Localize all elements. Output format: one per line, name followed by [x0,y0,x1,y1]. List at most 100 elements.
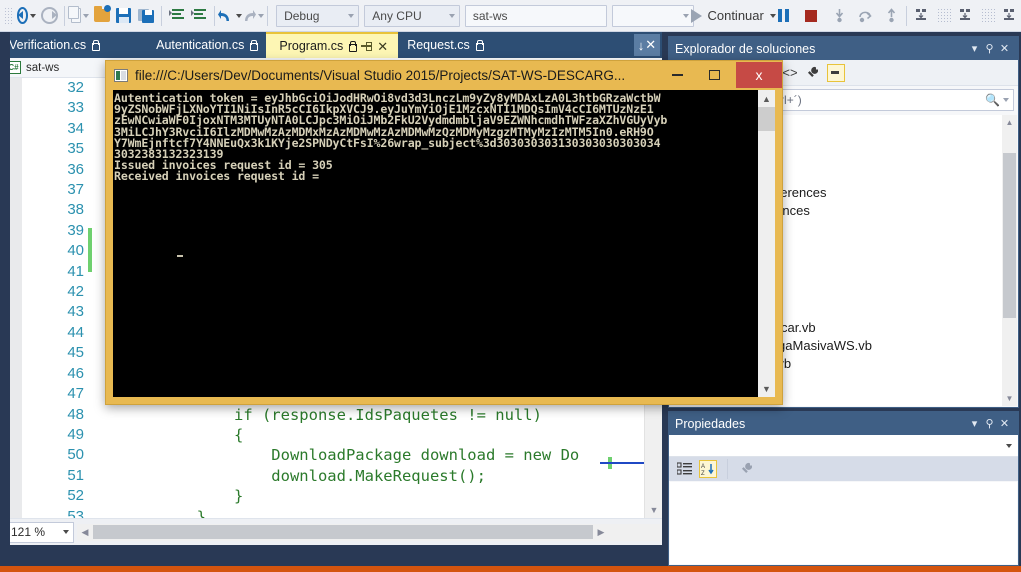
tab-program-cs[interactable]: Program.cs ✕ [266,32,399,58]
continue-button[interactable]: Continuar [691,4,776,28]
step-out-button[interactable] [880,4,902,28]
code-line[interactable]: DownloadPackage download = new Do [122,445,644,465]
close-button[interactable]: x [736,62,782,88]
console-window[interactable]: file:///C:/Users/Dev/Documents/Visual St… [105,60,783,405]
code-line[interactable]: } [122,486,644,506]
toolbar-separator [727,459,728,479]
pin-icon[interactable] [348,41,358,52]
close-icon[interactable]: ✕ [997,417,1012,430]
preview-selected-items-icon[interactable] [827,63,845,82]
step-out-icon [884,8,899,23]
pin-icon[interactable] [91,40,101,51]
console-output[interactable]: Autentication token = eyJhbGciOiJodHRwOi… [113,90,758,397]
redo-button[interactable] [241,4,265,28]
scroll-thumb[interactable] [1003,153,1016,318]
scroll-thumb[interactable] [758,107,775,131]
maximize-button[interactable] [699,62,729,88]
close-icon[interactable]: ✕ [997,42,1012,55]
properties-grid[interactable] [670,482,1017,564]
navigate-back-icon [16,7,28,24]
uncomment-button[interactable] [188,4,210,28]
code-line[interactable]: download.MakeRequest(); [122,466,644,486]
unpin-icon[interactable] [361,41,373,51]
categorized-view-icon[interactable] [675,460,693,478]
tree-item[interactable]: s [756,255,1001,273]
toggle-window-2-button[interactable] [955,4,977,28]
scroll-thumb[interactable] [93,525,593,539]
scroll-left-icon[interactable]: ◀ [77,527,93,538]
search-icon[interactable]: 🔍 [985,93,1000,107]
toolbar-grip[interactable] [4,6,12,25]
tab-request-cs[interactable]: Request.cs [398,32,492,58]
chevron-down-icon[interactable]: ▾ [967,417,982,430]
view-code-icon[interactable]: <> [781,64,799,82]
pin-icon[interactable] [475,40,484,51]
pause-button[interactable] [772,4,794,28]
tree-item[interactable]: ferences [756,201,1001,219]
dots-grip-icon [980,7,995,24]
tree-item[interactable]: es [756,390,1001,407]
tree-item[interactable]: References [756,183,1001,201]
pin-icon[interactable]: ⚲ [982,417,997,430]
properties-wrench-icon[interactable] [804,64,822,82]
code-line[interactable]: } [122,507,644,518]
stop-debugging-button[interactable] [800,4,822,28]
zoom-level-dropdown[interactable]: 121 % [4,521,74,543]
left-dock-strip [0,32,10,566]
toolbar-separator [213,5,215,26]
close-icon[interactable]: ✕ [377,40,388,53]
scroll-down-icon[interactable]: ▼ [1002,391,1017,406]
tree-item[interactable]: ect [756,147,1001,165]
code-line[interactable]: { [122,425,644,445]
solution-configuration-value: Debug [284,8,320,23]
pin-icon[interactable] [249,40,259,51]
editor-horizontal-scrollbar[interactable]: ◀ ▶ [77,523,660,541]
tree-item[interactable]: as.vb [756,354,1001,372]
properties-object-dropdown[interactable] [669,435,1018,457]
scroll-right-icon[interactable]: ▶ [593,527,609,538]
tab-autentication-cs[interactable]: Autentication.cs [108,32,266,58]
property-pages-wrench-icon[interactable] [738,460,756,478]
console-scrollbar[interactable]: ▲ ▼ [758,90,775,397]
tree-item[interactable]: enticar.vb [756,318,1001,336]
navigate-back-button[interactable] [15,4,38,28]
save-button[interactable] [113,4,135,28]
startup-project-dropdown[interactable]: sat-ws [464,4,607,27]
tree-item[interactable]: nfig [756,300,1001,318]
new-item-button[interactable] [67,4,91,28]
save-all-icon [137,8,154,23]
process-dropdown[interactable] [611,4,695,27]
dots-grip-icon [936,7,951,24]
alphabetical-view-icon[interactable]: AZ [699,460,717,478]
chevron-down-icon [1006,443,1012,448]
comment-button[interactable] [166,4,188,28]
scroll-up-icon[interactable]: ▲ [758,90,775,107]
scroll-down-icon[interactable]: ▼ [645,501,663,518]
close-icon: ✕ [645,37,657,52]
step-into-button[interactable] [828,4,850,28]
code-line[interactable]: if (response.IdsPaquetes != null) [122,405,644,425]
navigate-forward-button[interactable] [38,4,60,28]
zoom-level-value: 121 % [11,525,46,539]
open-file-button[interactable] [91,4,113,28]
tree-item[interactable]: cargaMasivaWS.vb [756,336,1001,354]
console-title-bar[interactable]: file:///C:/Users/Dev/Documents/Visual St… [106,61,782,89]
undo-button[interactable] [217,4,242,28]
tab-verification-cs[interactable]: Verification.cs [0,32,108,58]
toggle-window-1-button[interactable] [911,4,933,28]
toggle-window-3-button[interactable] [999,4,1021,28]
minimize-button[interactable] [662,62,692,88]
step-over-button[interactable] [854,4,876,28]
solution-tree-scrollbar[interactable]: ▲ ▼ [1002,115,1017,406]
toolbar-options-dots[interactable] [933,4,955,28]
scroll-down-icon[interactable]: ▼ [758,380,775,397]
tree-item[interactable]: cias [756,165,1001,183]
solution-platform-dropdown[interactable]: Any CPU [364,4,460,27]
toolbar-options-dots[interactable] [977,4,999,28]
save-all-button[interactable] [135,4,157,28]
chevron-down-icon[interactable]: ▾ [967,42,982,55]
active-document-close-button[interactable]: ↓ ✕ [634,34,660,56]
pin-icon[interactable]: ⚲ [982,42,997,55]
scroll-up-icon[interactable]: ▲ [1002,115,1017,130]
solution-configuration-dropdown[interactable]: Debug [276,4,360,27]
